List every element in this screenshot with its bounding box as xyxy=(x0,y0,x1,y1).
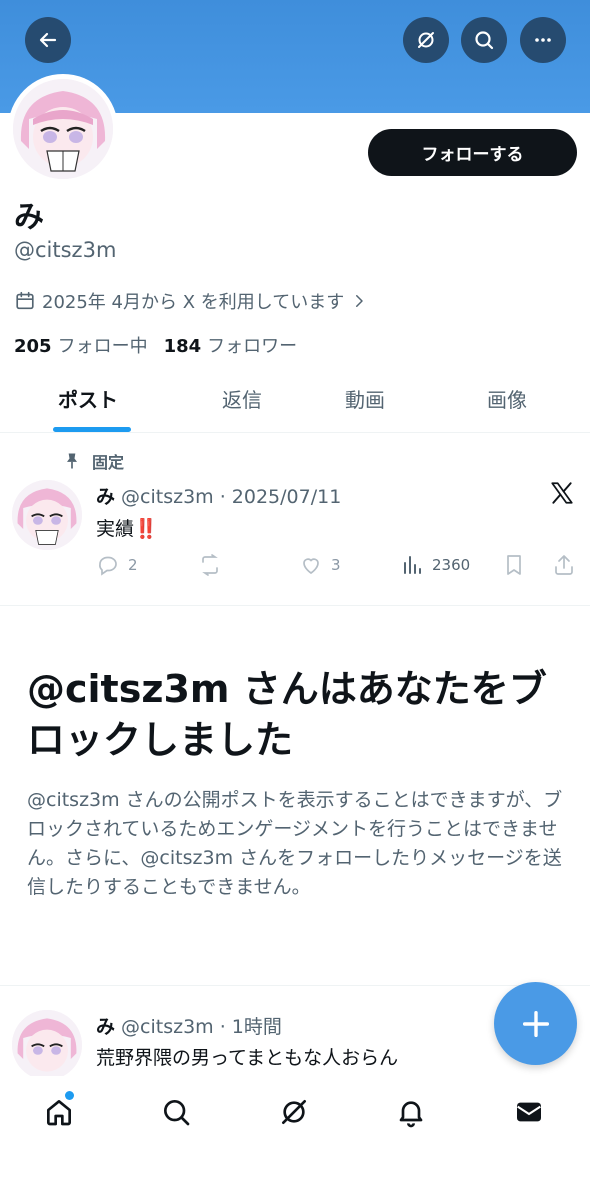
post-meta: @citsz3m · 1時間 xyxy=(121,1016,282,1038)
more-button[interactable] xyxy=(520,17,566,63)
views-button[interactable]: 2360 xyxy=(400,553,470,577)
post-text: 実績‼️ xyxy=(96,518,158,540)
avatar-image xyxy=(13,79,113,179)
share-icon xyxy=(555,555,573,575)
share-button[interactable] xyxy=(552,553,576,577)
grok-icon xyxy=(282,1100,306,1124)
nav-messages[interactable] xyxy=(511,1094,547,1130)
joined-text: 2025年 4月から X を利用しています xyxy=(42,292,345,313)
like-button[interactable]: 3 xyxy=(299,553,341,577)
reply-count: 2 xyxy=(128,556,138,574)
bookmark-button[interactable] xyxy=(502,553,526,577)
post-author-name[interactable]: み xyxy=(96,1016,115,1038)
reply-button[interactable]: 2 xyxy=(96,553,138,577)
reply-icon xyxy=(99,556,117,576)
tab-replies[interactable]: 返信 xyxy=(222,384,262,413)
repost-icon xyxy=(202,554,218,576)
view-count: 2360 xyxy=(432,556,471,574)
home-notification-dot xyxy=(65,1091,74,1100)
bookmark-icon xyxy=(507,555,521,575)
profile-tabs: ポスト 返信 動画 画像 xyxy=(0,370,590,433)
divider xyxy=(0,985,590,986)
grok-slash-icon xyxy=(418,32,434,48)
calendar-icon xyxy=(16,291,34,310)
pin-icon xyxy=(67,453,77,469)
post-meta: @citsz3m · 2025/07/11 xyxy=(121,486,342,508)
messages-icon xyxy=(517,1102,541,1122)
tab-videos[interactable]: 動画 xyxy=(345,384,385,413)
post-avatar[interactable] xyxy=(12,1010,82,1080)
joined-date[interactable]: 2025年 4月から X を利用しています xyxy=(14,288,368,314)
display-name: み xyxy=(14,200,44,235)
home-icon xyxy=(47,1100,71,1126)
heart-icon xyxy=(303,558,319,575)
post-actions: 2 3 2360 xyxy=(96,553,586,579)
grok-button[interactable] xyxy=(403,17,449,63)
nav-grok[interactable] xyxy=(276,1094,312,1130)
post-header: み @citsz3m · 2025/07/11 xyxy=(96,482,341,509)
post-avatar[interactable] xyxy=(12,480,82,550)
blocked-description: @citsz3m さんの公開ポストを表示することはできますが、ブロックされている… xyxy=(27,789,563,898)
tab-posts[interactable]: ポスト xyxy=(58,384,118,413)
active-tab-indicator xyxy=(53,427,131,432)
followers-link[interactable]: 184 フォロワー xyxy=(164,332,298,358)
following-label: フォロー中 xyxy=(57,336,148,357)
x-logo-icon xyxy=(551,482,573,504)
tab-images[interactable]: 画像 xyxy=(487,384,527,413)
blocked-title: @citsz3m さんはあなたをブロックしました xyxy=(27,667,547,762)
bottom-navigation xyxy=(0,1076,590,1200)
pinned-label: 固定 xyxy=(92,453,125,472)
plus-icon xyxy=(522,1010,549,1037)
arrow-left-icon xyxy=(39,32,57,48)
chevron-right-icon xyxy=(356,295,363,307)
back-button[interactable] xyxy=(25,17,71,63)
avatar-image xyxy=(12,480,82,550)
divider xyxy=(0,605,590,606)
compose-button[interactable] xyxy=(494,982,577,1065)
followers-label: フォロワー xyxy=(207,336,298,357)
like-count: 3 xyxy=(331,556,341,574)
profile-handle: @citsz3m xyxy=(14,238,117,262)
analytics-icon xyxy=(404,556,421,574)
search-icon xyxy=(475,31,494,50)
followers-count: 184 xyxy=(163,336,202,357)
post-header: み @citsz3m · 1時間 xyxy=(96,1012,282,1039)
follow-counts: 205 フォロー中 184 フォロワー xyxy=(14,332,297,358)
more-dots-icon xyxy=(535,38,551,42)
following-count: 205 xyxy=(14,336,52,357)
following-link[interactable]: 205 フォロー中 xyxy=(14,332,148,358)
search-icon xyxy=(164,1100,190,1126)
nav-notifications[interactable] xyxy=(393,1094,429,1130)
post-text: 荒野界隈の男ってまともな人おらん xyxy=(96,1047,399,1069)
pinned-indicator: 固定 xyxy=(62,449,124,473)
notifications-icon xyxy=(399,1101,423,1128)
nav-search[interactable] xyxy=(158,1094,194,1130)
follow-button[interactable]: フォローする xyxy=(368,129,577,176)
repost-button[interactable] xyxy=(198,553,222,577)
profile-avatar[interactable] xyxy=(8,74,118,184)
avatar-image xyxy=(12,1010,82,1080)
post-author-name[interactable]: み xyxy=(96,486,115,508)
search-button[interactable] xyxy=(461,17,507,63)
